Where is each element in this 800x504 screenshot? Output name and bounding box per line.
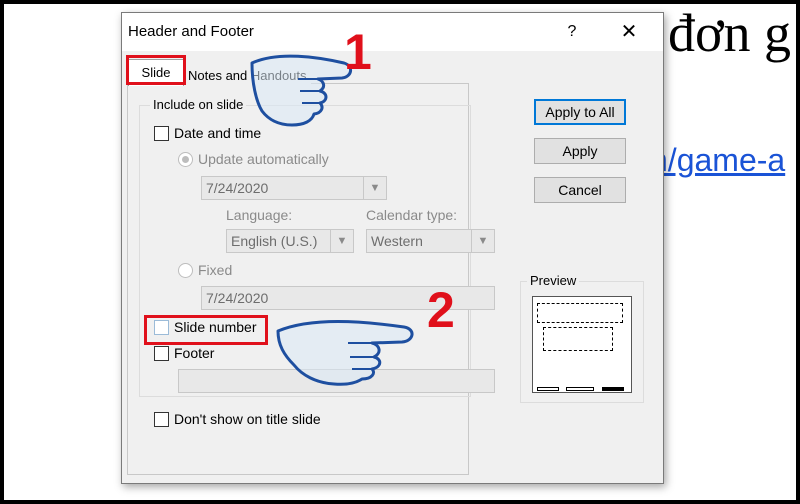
background-link: n/game-a <box>650 142 786 178</box>
language-dropdown[interactable]: English (U.S.) ▼ <box>226 229 354 253</box>
fixed-radio[interactable] <box>178 262 193 278</box>
fixed-row[interactable]: Fixed <box>178 262 232 278</box>
footer-checkbox[interactable] <box>154 345 169 361</box>
apply-button[interactable]: Apply <box>534 138 626 164</box>
dont-show-title-row[interactable]: Don't show on title slide <box>154 411 321 427</box>
chevron-down-icon: ▼ <box>330 230 353 252</box>
preview-legend: Preview <box>527 273 580 288</box>
highlight-box-slide-tab <box>126 55 186 85</box>
update-automatically-row[interactable]: Update automatically <box>178 151 329 167</box>
date-format-dropdown[interactable]: 7/24/2020 ▼ <box>201 176 387 200</box>
cancel-button[interactable]: Cancel <box>534 177 626 203</box>
preview-slide-number-placeholder <box>602 387 624 391</box>
calendar-type-label: Calendar type: <box>366 207 458 223</box>
update-automatically-label: Update automatically <box>198 151 329 167</box>
pointing-hand-icon <box>250 54 352 127</box>
calendar-type-dropdown[interactable]: Western ▼ <box>366 229 495 253</box>
date-time-checkbox[interactable] <box>154 125 169 141</box>
chevron-down-icon: ▼ <box>363 177 386 199</box>
preview-title-placeholder <box>537 303 623 323</box>
step-number-2: 2 <box>427 282 455 338</box>
language-value: English (U.S.) <box>231 233 318 249</box>
fixed-label: Fixed <box>198 262 233 278</box>
preview-date-placeholder <box>537 387 559 391</box>
header-footer-dialog: Header and Footer ? ✕ Slide Notes and Ha… <box>121 12 664 484</box>
dont-show-title-checkbox[interactable] <box>154 411 169 427</box>
close-button[interactable]: ✕ <box>616 19 642 45</box>
include-on-slide-legend: Include on slide <box>150 97 247 112</box>
preview-footer-placeholder <box>566 387 594 391</box>
footer-label: Footer <box>174 345 215 361</box>
footer-row[interactable]: Footer <box>154 345 214 361</box>
background-title-text: đơn g <box>668 4 792 63</box>
apply-to-all-button[interactable]: Apply to All <box>534 99 626 125</box>
update-automatically-radio[interactable] <box>178 151 193 167</box>
date-time-row[interactable]: Date and time <box>154 125 261 141</box>
calendar-type-value: Western <box>371 233 423 249</box>
help-button[interactable]: ? <box>559 19 585 45</box>
dialog-title: Header and Footer <box>128 23 254 40</box>
highlight-box-slide-number <box>144 315 268 345</box>
dont-show-title-label: Don't show on title slide <box>174 411 321 427</box>
date-format-value: 7/24/2020 <box>206 180 269 196</box>
pointing-hand-icon <box>276 320 414 386</box>
preview-body-placeholder <box>543 327 613 351</box>
chevron-down-icon: ▼ <box>471 230 494 252</box>
title-bar: Header and Footer ? ✕ <box>122 13 663 51</box>
step-number-1: 1 <box>344 24 372 80</box>
language-label: Language: <box>226 207 293 223</box>
